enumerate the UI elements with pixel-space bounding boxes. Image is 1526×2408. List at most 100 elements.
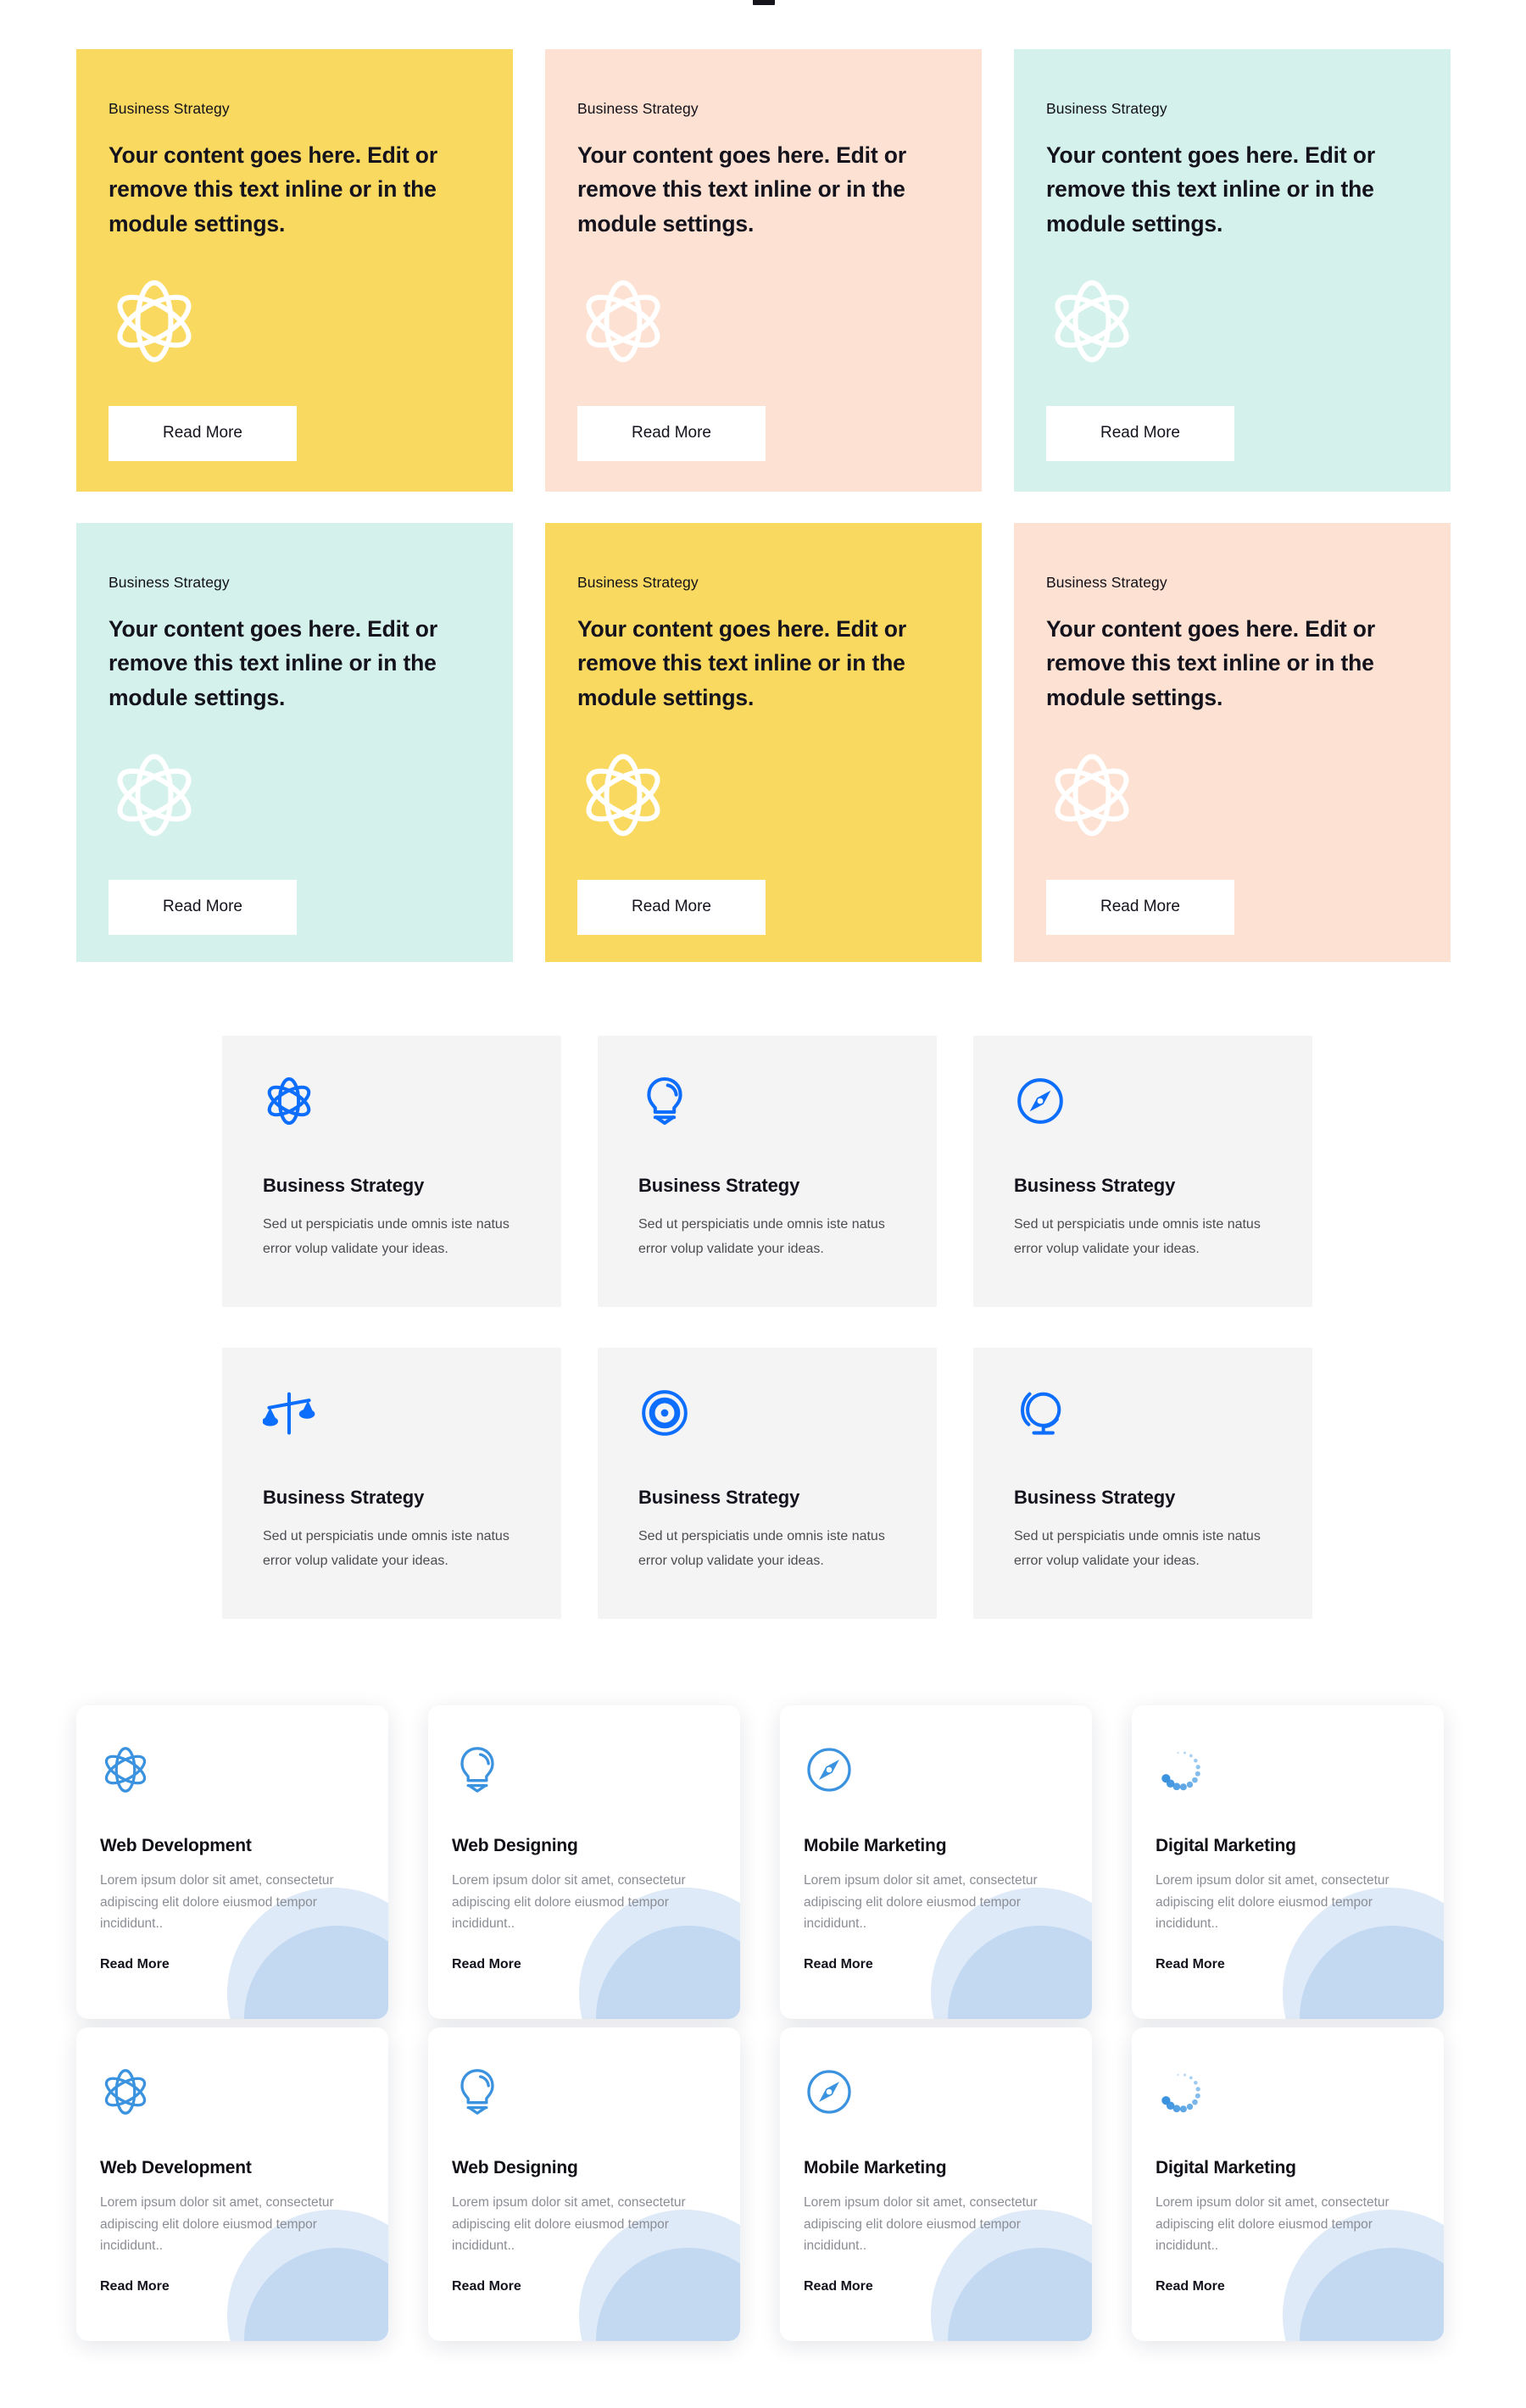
- service-card-title: Web Development: [100, 1836, 252, 1855]
- read-more-button[interactable]: Read More: [577, 405, 766, 461]
- atom-icon-svg: [104, 2069, 147, 2115]
- atom-icon: [109, 749, 200, 841]
- promo-eyebrow: Business Strategy: [109, 574, 230, 591]
- atom-icon-svg: [267, 1076, 311, 1126]
- service-card[interactable]: Web Development Lorem ipsum dolor sit ame…: [76, 2027, 388, 2341]
- target-icon-svg: [642, 1390, 688, 1436]
- read-more-link[interactable]: Read More: [452, 1957, 521, 1972]
- read-more-link[interactable]: Read More: [804, 1957, 873, 1972]
- promo-eyebrow: Business Strategy: [1046, 100, 1167, 117]
- read-more-button[interactable]: Read More: [109, 405, 297, 461]
- feature-card-title: Business Strategy: [1014, 1175, 1176, 1196]
- atom-icon: [1046, 275, 1138, 367]
- feature-card: Business Strategy Sed ut perspiciatis und…: [973, 1348, 1312, 1619]
- read-more-link[interactable]: Read More: [100, 2279, 170, 2294]
- atom-icon-svg: [1055, 280, 1129, 363]
- compass-icon-svg: [807, 1748, 851, 1792]
- scales-icon-svg: [262, 1392, 315, 1435]
- feature-card-description: Sed ut perspiciatis unde omnis iste natu…: [1014, 1217, 1261, 1257]
- service-card-description: Lorem ipsum dolor sit amet, consectetur …: [452, 1873, 686, 1932]
- compass-icon: [804, 1744, 855, 1795]
- scales-icon: [262, 1387, 315, 1439]
- service-card-title: Mobile Marketing: [804, 1836, 947, 1855]
- service-card-description: Lorem ipsum dolor sit amet, consectetur …: [804, 1873, 1038, 1932]
- lightbulb-icon: [452, 1744, 503, 1795]
- atom-icon: [263, 1075, 315, 1127]
- promo-eyebrow: Business Strategy: [577, 100, 699, 117]
- feature-card: Business Strategy Sed ut perspiciatis und…: [222, 1348, 561, 1619]
- read-more-button[interactable]: Read More: [577, 879, 766, 935]
- read-more-link[interactable]: Read More: [804, 2279, 873, 2294]
- lightbulb-icon-svg: [460, 2069, 494, 2115]
- service-card[interactable]: Web Designing Lorem ipsum dolor sit amet,…: [428, 1705, 740, 2019]
- feature-card: Business Strategy Sed ut perspiciatis und…: [973, 1036, 1312, 1307]
- feature-card: Business Strategy Sed ut perspiciatis und…: [222, 1036, 561, 1307]
- globe-icon: [1014, 1387, 1067, 1439]
- read-more-button[interactable]: Read More: [1046, 879, 1234, 935]
- atom-icon: [1046, 749, 1138, 841]
- feature-card-description: Sed ut perspiciatis unde omnis iste natu…: [263, 1217, 510, 1257]
- service-card[interactable]: Digital Marketing Lorem ipsum dolor sit a…: [1132, 1705, 1444, 2019]
- promo-heading: Your content goes here. Edit or remove t…: [109, 142, 437, 237]
- service-card-title: Web Designing: [452, 2158, 578, 2177]
- service-card-description: Lorem ipsum dolor sit amet, consectetur …: [1156, 1873, 1390, 1932]
- promo-heading: Your content goes here. Edit or remove t…: [109, 615, 437, 711]
- promo-eyebrow: Business Strategy: [109, 100, 230, 117]
- service-card-description: Lorem ipsum dolor sit amet, consectetur …: [804, 2195, 1038, 2254]
- service-card[interactable]: Web Designing Lorem ipsum dolor sit amet,…: [428, 2027, 740, 2341]
- lightbulb-icon-svg: [460, 1747, 494, 1793]
- atom-icon-svg: [1055, 754, 1129, 837]
- target-icon: [638, 1387, 691, 1439]
- spinner-dots-icon-svg: [1161, 1751, 1200, 1791]
- service-card[interactable]: Web Development Lorem ipsum dolor sit ame…: [76, 1705, 388, 2019]
- read-more-button[interactable]: Read More: [109, 879, 297, 935]
- feature-card-description: Sed ut perspiciatis unde omnis iste natu…: [1014, 1529, 1261, 1569]
- read-more-link[interactable]: Read More: [452, 2279, 521, 2294]
- feature-card-title: Business Strategy: [1014, 1487, 1176, 1508]
- promo-heading: Your content goes here. Edit or remove t…: [1046, 142, 1375, 237]
- service-card-title: Mobile Marketing: [804, 2158, 947, 2177]
- lightbulb-icon: [638, 1075, 691, 1127]
- atom-icon-svg: [117, 754, 192, 837]
- compass-icon-svg: [1017, 1078, 1063, 1124]
- service-card-description: Lorem ipsum dolor sit amet, consectetur …: [452, 2195, 686, 2254]
- read-more-button[interactable]: Read More: [1046, 405, 1234, 461]
- read-more-link[interactable]: Read More: [1156, 1957, 1225, 1972]
- promo-card: Business Strategy Your content goes here.…: [1014, 523, 1451, 962]
- lightbulb-icon: [452, 2066, 503, 2117]
- atom-icon: [100, 2066, 151, 2117]
- service-card[interactable]: Mobile Marketing Lorem ipsum dolor sit am…: [780, 1705, 1092, 2019]
- compass-icon-svg: [807, 2070, 851, 2114]
- service-card[interactable]: Mobile Marketing Lorem ipsum dolor sit am…: [780, 2027, 1092, 2341]
- service-card-title: Digital Marketing: [1156, 2158, 1296, 2177]
- spinner-dots-icon: [1156, 2066, 1206, 2117]
- promo-eyebrow: Business Strategy: [577, 574, 699, 591]
- service-card[interactable]: Digital Marketing Lorem ipsum dolor sit a…: [1132, 2027, 1444, 2341]
- feature-card-description: Sed ut perspiciatis unde omnis iste natu…: [263, 1529, 510, 1569]
- promo-heading: Your content goes here. Edit or remove t…: [577, 142, 906, 237]
- feature-card-description: Sed ut perspiciatis unde omnis iste natu…: [638, 1529, 885, 1569]
- read-more-link[interactable]: Read More: [1156, 2279, 1225, 2294]
- globe-icon-svg: [1021, 1392, 1061, 1435]
- atom-icon-svg: [586, 280, 660, 363]
- feature-card-title: Business Strategy: [638, 1487, 800, 1508]
- atom-icon: [577, 749, 669, 841]
- atom-icon-svg: [104, 1747, 147, 1793]
- feature-card-title: Business Strategy: [638, 1175, 800, 1196]
- clipped-header-remnant: [753, 0, 775, 5]
- spinner-dots-icon: [1156, 1744, 1206, 1795]
- atom-icon: [109, 275, 200, 367]
- atom-icon: [577, 275, 669, 367]
- feature-card: Business Strategy Sed ut perspiciatis und…: [598, 1348, 937, 1619]
- promo-card: Business Strategy Your content goes here.…: [1014, 49, 1451, 492]
- promo-card: Business Strategy Your content goes here.…: [545, 523, 982, 962]
- service-card-description: Lorem ipsum dolor sit amet, consectetur …: [100, 2195, 334, 2254]
- spinner-dots-icon-svg: [1161, 2073, 1200, 2113]
- service-card-title: Web Development: [100, 2158, 252, 2177]
- promo-card: Business Strategy Your content goes here.…: [545, 49, 982, 492]
- read-more-link[interactable]: Read More: [100, 1957, 170, 1972]
- feature-card: Business Strategy Sed ut perspiciatis und…: [598, 1036, 937, 1307]
- promo-card: Business Strategy Your content goes here.…: [76, 49, 513, 492]
- service-card-title: Web Designing: [452, 1836, 578, 1855]
- promo-heading: Your content goes here. Edit or remove t…: [577, 615, 906, 711]
